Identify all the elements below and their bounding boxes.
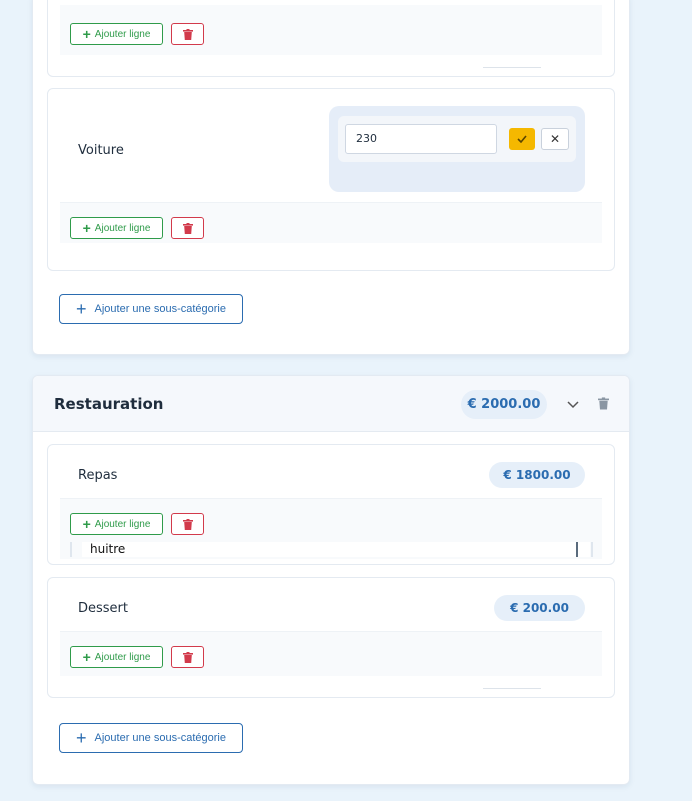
delete-subcategory-button[interactable] (171, 23, 204, 45)
line-row-handle (70, 542, 72, 557)
add-line-button[interactable]: + Ajouter ligne (70, 646, 163, 668)
add-line-button[interactable]: + Ajouter ligne (70, 217, 163, 239)
delete-subcategory-button[interactable] (171, 646, 204, 668)
add-line-button[interactable]: + Ajouter ligne (70, 513, 163, 535)
add-subcategory-button[interactable]: + Ajouter une sous-catégorie (59, 723, 243, 753)
chevron-down-icon[interactable] (566, 397, 580, 411)
category-card-top: + Ajouter ligne Voiture 230 ✕ + Ajouter … (32, 0, 630, 355)
subcategory-amount-badge[interactable]: € 1800.00 (489, 462, 585, 488)
scroll-indicator (483, 67, 541, 68)
trash-icon (182, 222, 193, 234)
line-row-handle (576, 542, 578, 557)
cancel-button[interactable]: ✕ (541, 128, 569, 150)
trash-icon (182, 518, 193, 530)
line-row-handle (591, 542, 593, 557)
add-subcategory-button[interactable]: + Ajouter une sous-catégorie (59, 294, 243, 324)
category-title: Restauration (54, 395, 164, 413)
trash-icon[interactable] (598, 397, 610, 411)
plus-icon: + (82, 649, 91, 665)
category-card-restauration: Restauration € 2000.00 Repas € 1800.00 +… (32, 375, 630, 785)
add-line-label: Ajouter ligne (94, 651, 151, 663)
add-subcategory-label: Ajouter une sous-catégorie (94, 303, 226, 315)
plus-icon: + (76, 299, 87, 319)
add-line-button[interactable]: + Ajouter ligne (70, 23, 163, 45)
plus-icon: + (82, 220, 91, 236)
trash-icon (182, 651, 193, 663)
plus-icon: + (82, 26, 91, 42)
plus-icon: + (76, 728, 87, 748)
confirm-button[interactable] (509, 128, 535, 150)
subcategory-name: Repas (78, 468, 118, 483)
category-total-badge: € 2000.00 (461, 390, 547, 419)
close-icon: ✕ (549, 132, 561, 146)
scroll-indicator (483, 688, 541, 689)
add-subcategory-label: Ajouter une sous-catégorie (94, 732, 226, 744)
check-icon (517, 135, 527, 143)
subcategory-card-voiture: Voiture 230 ✕ + Ajouter ligne (47, 88, 615, 271)
subcategory-card-repas: Repas € 1800.00 + Ajouter ligne huitre (47, 444, 615, 565)
subcategory-name: Dessert (78, 601, 128, 616)
add-line-label: Ajouter ligne (94, 28, 151, 40)
subcategory-card-dessert: Dessert € 200.00 + Ajouter ligne (47, 577, 615, 698)
add-line-label: Ajouter ligne (94, 222, 151, 234)
subcategory-name: Voiture (78, 143, 124, 158)
line-label-input[interactable]: huitre (82, 542, 590, 557)
amount-edit-form: 230 ✕ (338, 116, 576, 162)
subcategory-card: + Ajouter ligne (47, 0, 615, 77)
delete-subcategory-button[interactable] (171, 217, 204, 239)
add-line-label: Ajouter ligne (94, 518, 151, 530)
subcategory-amount-badge[interactable]: € 200.00 (494, 595, 585, 621)
trash-icon (182, 28, 193, 40)
plus-icon: + (82, 516, 91, 532)
amount-edit-panel: 230 ✕ (329, 106, 585, 192)
amount-input[interactable]: 230 (345, 124, 497, 154)
delete-subcategory-button[interactable] (171, 513, 204, 535)
category-header: Restauration € 2000.00 (33, 376, 629, 432)
